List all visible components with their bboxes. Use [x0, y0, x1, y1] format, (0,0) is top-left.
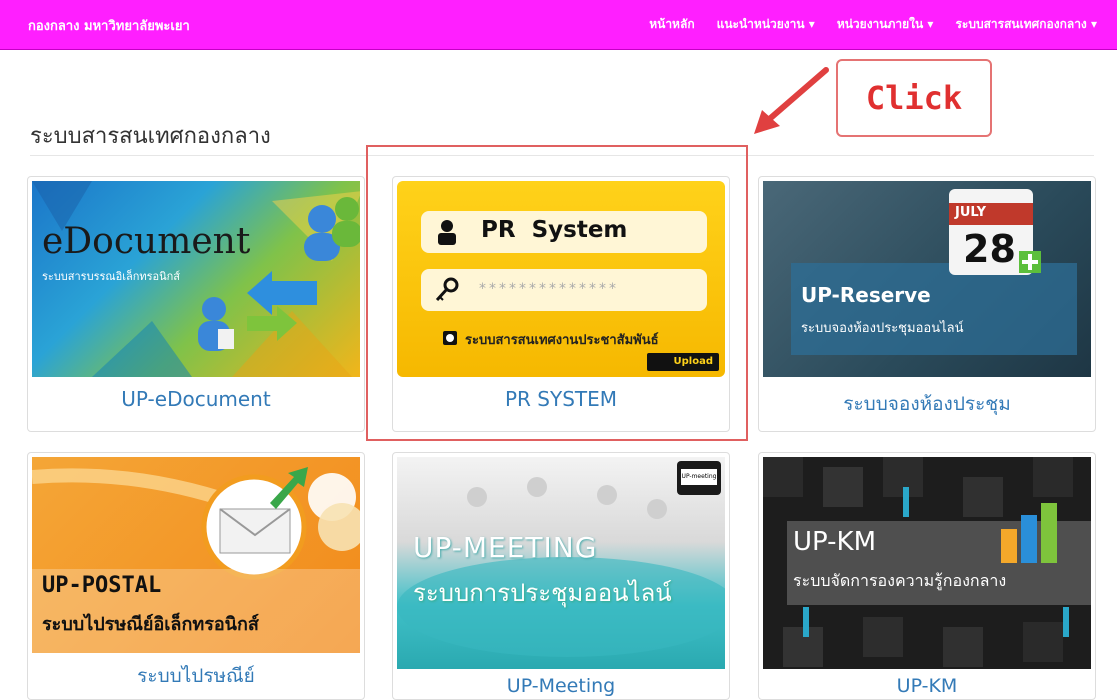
- card-edocument[interactable]: eDocument ระบบสารบรรณอิเล็กทรอนิกส์ UP-e…: [27, 176, 365, 432]
- km-thumbnail: UP-KM ระบบจัดการองความรู้กองกลาง: [763, 457, 1091, 669]
- click-callout: Click: [836, 59, 992, 137]
- postal-title: UP-POSTAL: [42, 573, 162, 598]
- meeting-title: UP-MEETING: [413, 531, 598, 564]
- card-caption-edocument[interactable]: UP-eDocument: [28, 387, 364, 411]
- card-caption-meeting[interactable]: UP-Meeting: [393, 675, 729, 697]
- card-up-meeting[interactable]: UP-meeting UP-MEETING ระบบการประชุมออนไล…: [392, 452, 730, 700]
- card-up-reserve[interactable]: UP-Reserve ระบบจองห้องประชุมออนไลน์ JULY…: [758, 176, 1096, 432]
- plus-icon: [1019, 251, 1041, 273]
- meeting-subtitle: ระบบการประชุมออนไลน์: [413, 579, 672, 607]
- card-caption-postal[interactable]: ระบบไปรษณีย์: [28, 661, 364, 691]
- postal-thumbnail: UP-POSTAL ระบบไปรษณีย์อิเล็กทรอนิกส์: [32, 457, 360, 653]
- highlight-box: [366, 145, 748, 441]
- calendar-month: JULY: [955, 205, 987, 220]
- card-caption-reserve[interactable]: ระบบจองห้องประชุม: [759, 389, 1095, 419]
- meeting-badge: UP-meeting: [677, 461, 721, 495]
- km-subtitle: ระบบจัดการองความรู้กองกลาง: [793, 571, 1007, 590]
- meeting-thumbnail: UP-meeting UP-MEETING ระบบการประชุมออนไล…: [397, 457, 725, 669]
- top-navbar: กองกลาง มหาวิทยาลัยพะเยา หน้าหลัก แนะนำห…: [0, 0, 1117, 50]
- edocument-title: eDocument: [42, 221, 251, 262]
- calendar-icon: JULY 28: [949, 189, 1041, 275]
- card-up-postal[interactable]: UP-POSTAL ระบบไปรษณีย์อิเล็กทรอนิกส์ ระบ…: [27, 452, 365, 700]
- edocument-subtitle: ระบบสารบรรณอิเล็กทรอนิกส์: [42, 270, 181, 283]
- calendar-day: 28: [963, 227, 1016, 271]
- nav-item-about[interactable]: แนะนำหน่วยงาน ▾: [717, 15, 815, 34]
- nav-item-info-systems[interactable]: ระบบสารสนเทศกองกลาง ▾: [955, 15, 1097, 34]
- nav-item-units[interactable]: หน่วยงานภายใน ▾: [837, 15, 934, 34]
- annotation-arrow-icon: [754, 67, 829, 134]
- brand-link[interactable]: กองกลาง มหาวิทยาลัยพะเยา: [28, 15, 190, 36]
- reserve-banner: [791, 263, 1077, 355]
- nav-menu: หน้าหลัก แนะนำหน่วยงาน ▾ หน่วยงานภายใน ▾…: [649, 15, 1097, 34]
- envelope-icon: [32, 467, 360, 580]
- up-reserve-thumbnail: UP-Reserve ระบบจองห้องประชุมออนไลน์ JULY…: [763, 181, 1091, 377]
- edocument-thumbnail: eDocument ระบบสารบรรณอิเล็กทรอนิกส์: [32, 181, 360, 377]
- postal-subtitle: ระบบไปรษณีย์อิเล็กทรอนิกส์: [42, 614, 259, 635]
- page-title: ระบบสารสนเทศกองกลาง: [30, 124, 271, 149]
- card-caption-km[interactable]: UP-KM: [759, 675, 1095, 697]
- bar-chart-icon: [1001, 503, 1057, 563]
- reserve-title: UP-Reserve: [801, 283, 931, 307]
- reserve-subtitle: ระบบจองห้องประชุมออนไลน์: [801, 321, 964, 336]
- card-up-km[interactable]: UP-KM ระบบจัดการองความรู้กองกลาง UP-KM: [758, 452, 1096, 700]
- km-title: UP-KM: [793, 527, 877, 557]
- nav-item-home[interactable]: หน้าหลัก: [649, 15, 694, 34]
